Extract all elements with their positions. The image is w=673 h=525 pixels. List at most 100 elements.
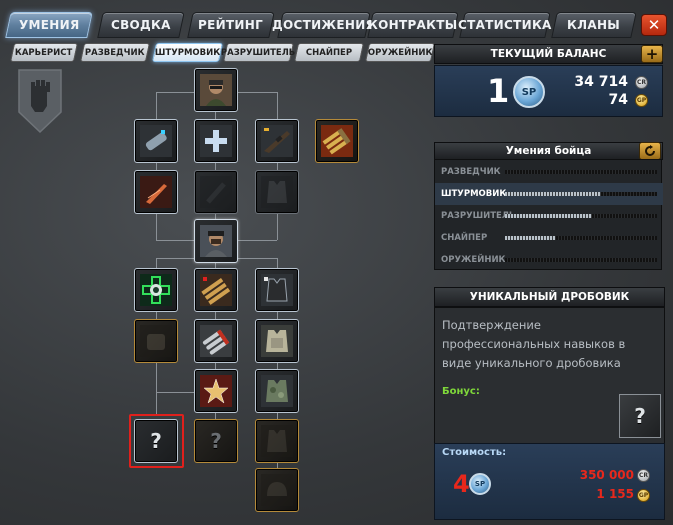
gp-balance-value: 74 (608, 92, 628, 108)
armor-icon (261, 325, 293, 357)
subtab-label: КАРЬЕРИСТ (15, 47, 73, 58)
tab-contracts[interactable]: КОНТРАКТЫ (367, 12, 459, 38)
cost-cr-value: 350 000 (579, 468, 634, 482)
balance-body: 1 SP 34 714 CR 74 GP (434, 65, 663, 117)
subtab-destroyer[interactable]: РАЗРУШИТЕЛЬ (221, 43, 296, 62)
subtab-gunsmith[interactable]: ОРУЖЕЙНИК (364, 43, 436, 62)
skill-node-blade[interactable] (134, 170, 178, 214)
skill-node-vest[interactable] (255, 268, 299, 312)
soldier-icon (200, 225, 232, 257)
tab-summary[interactable]: СВОДКА (97, 12, 185, 38)
tree-connector (156, 392, 157, 414)
plus-icon (200, 125, 232, 157)
vest-icon (261, 425, 293, 457)
ammo-icon (200, 274, 232, 306)
close-button[interactable]: ✕ (641, 14, 667, 36)
tab-clans[interactable]: КЛАНЫ (551, 12, 637, 38)
subtab-label: СНАЙПЕР (305, 47, 353, 58)
skill-node-vest-dim[interactable] (255, 170, 299, 214)
bonus-label: Бонус: (442, 386, 480, 397)
skill-row-gunsmith[interactable]: ОРУЖЕЙНИК (435, 249, 663, 271)
soldier-icon (200, 74, 232, 106)
skill-progress-bar (505, 170, 657, 174)
helmet-icon (261, 474, 293, 506)
skill-node-plus[interactable] (194, 119, 238, 163)
skill-node-locked[interactable] (194, 170, 238, 214)
tree-connector (277, 163, 278, 170)
tree-connector (156, 240, 194, 241)
bonus-item-slot[interactable]: ? (619, 394, 661, 438)
skill-node-vest-dim-2[interactable] (255, 419, 299, 463)
cost-sp-value: 4 (453, 470, 470, 498)
skill-row-label: СНАЙПЕР (441, 233, 488, 243)
tab-skills[interactable]: УМЕНИЯ (5, 12, 93, 38)
class-fist-emblem-icon (17, 68, 63, 134)
gp-coin-icon: GP (635, 94, 648, 107)
skill-node-silencer[interactable] (134, 119, 178, 163)
subtab-assault[interactable]: ШТУРМОВИК (151, 43, 224, 62)
tab-label: СВОДКА (111, 18, 171, 32)
reset-skills-button[interactable] (639, 142, 661, 160)
skill-node-medic[interactable] (134, 268, 178, 312)
add-funds-button[interactable]: + (641, 45, 663, 63)
skill-node-soldier-top[interactable] (194, 68, 238, 112)
skill-row-label: РАЗРУШИТЕЛЬ (441, 211, 516, 221)
skill-progress-bar (505, 192, 657, 196)
close-icon: ✕ (647, 16, 661, 34)
skill-row-label: ШТУРМОВИК (441, 189, 507, 199)
question-icon: ? (210, 429, 222, 453)
sp-balance-value: 1 (487, 72, 510, 110)
sp-coin-icon: SP (469, 473, 491, 495)
unique-item-title: УНИКАЛЬНЫЙ ДРОБОВИК (469, 291, 630, 303)
tab-label: КЛАНЫ (567, 18, 621, 32)
unique-item-description: Подтверждение профессиональных навыков в… (442, 318, 626, 370)
tab-label: КОНТРАКТЫ (368, 18, 458, 32)
cr-coin-icon: CR (637, 469, 650, 482)
rifle-icon (261, 125, 293, 157)
skill-progress-bar (505, 214, 657, 218)
skill-node-helmet-dim[interactable] (255, 468, 299, 512)
cr-badge-label: CR (636, 79, 647, 86)
skill-node-unknown-locked[interactable]: ? (194, 419, 238, 463)
skill-row-assault[interactable]: ШТУРМОВИК (435, 183, 663, 205)
tab-rating[interactable]: РЕЙТИНГ (187, 12, 275, 38)
tree-connector (277, 258, 278, 268)
gp-badge-label: GP (638, 492, 649, 499)
tab-label: РЕЙТИНГ (198, 18, 264, 32)
tree-connector (156, 163, 157, 170)
subtab-careerist[interactable]: КАРЬЕРИСТ (9, 43, 79, 62)
skill-node-ammo-gold[interactable] (315, 119, 359, 163)
ammo-icon (321, 125, 353, 157)
cr-badge-label: CR (638, 472, 649, 479)
tab-achievements[interactable]: ДОСТИЖЕНИЯ (272, 12, 376, 38)
skill-node-gear-dim[interactable] (134, 319, 178, 363)
skill-node-rifle[interactable] (255, 119, 299, 163)
skill-row-destroyer[interactable]: РАЗРУШИТЕЛЬ (435, 205, 663, 227)
fighter-skills-list: РАЗВЕДЧИК ШТУРМОВИК РАЗРУШИТЕЛЬ СНАЙПЕР … (434, 159, 663, 271)
subtab-scout[interactable]: РАЗВЕДЧИК (79, 43, 151, 62)
skill-progress-bar (505, 236, 657, 240)
skill-node-soldier-mid[interactable] (194, 219, 238, 263)
skill-node-rockets[interactable] (194, 319, 238, 363)
skill-node-camo-vest[interactable] (255, 369, 299, 413)
skill-row-scout[interactable]: РАЗВЕДЧИК (435, 161, 663, 183)
tree-connector (156, 392, 194, 393)
fighter-skills-title: Умения бойца (505, 145, 592, 157)
unique-item-header: УНИКАЛЬНЫЙ ДРОБОВИК (434, 287, 665, 307)
tree-connector (237, 240, 277, 241)
skill-node-armor[interactable] (255, 319, 299, 363)
skill-row-sniper[interactable]: СНАЙПЕР (435, 227, 663, 249)
sp-badge-label: SP (521, 86, 537, 98)
vest-icon (261, 274, 293, 306)
cr-balance-value: 34 714 (574, 74, 628, 90)
skill-progress-fill (505, 236, 556, 240)
vest-icon (261, 176, 293, 208)
tab-statistics[interactable]: СТАТИСТИКА (458, 12, 552, 38)
subtab-sniper[interactable]: СНАЙПЕР (293, 43, 365, 62)
tree-connector (277, 311, 278, 319)
skill-node-star[interactable] (194, 369, 238, 413)
rockets-icon (200, 325, 232, 357)
skill-node-ammo-belt[interactable] (194, 268, 238, 312)
subtab-label: ОРУЖЕЙНИК (367, 47, 433, 58)
blade-icon (140, 176, 172, 208)
